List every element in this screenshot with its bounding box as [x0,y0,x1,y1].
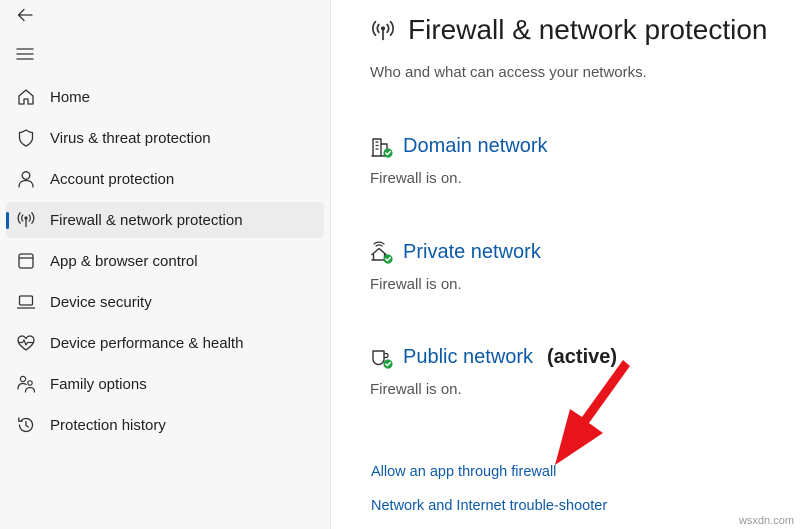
watermark: wsxdn.com [738,515,794,527]
annotation-arrow-icon [555,360,630,465]
